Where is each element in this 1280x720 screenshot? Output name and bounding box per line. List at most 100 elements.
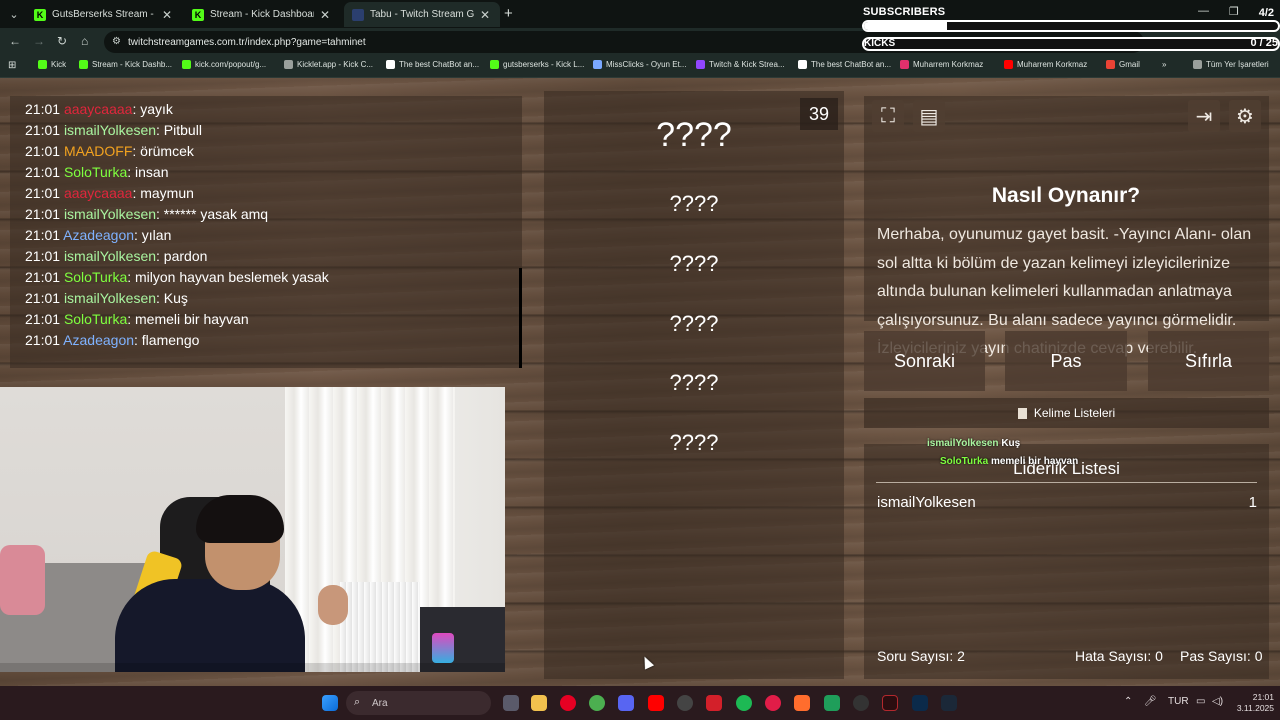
chat-text: : pardon <box>156 248 208 264</box>
chat-timestamp: 21:01 <box>25 332 61 348</box>
tab-gutsberserks-stream[interactable]: K GutsBerserks Stream - Watch L ✕ <box>26 2 182 27</box>
bookmark-item[interactable]: Kick <box>38 60 66 69</box>
taskbar-search[interactable]: ⌕ Ara <box>346 691 491 715</box>
divider <box>876 482 1257 483</box>
chat-username[interactable]: ismailYolkesen <box>64 290 156 306</box>
close-tab-icon[interactable]: ✕ <box>162 8 172 22</box>
youtube-icon <box>1004 60 1013 69</box>
kicks-label: KICKS <box>864 38 896 49</box>
how-to-play-title: Nasıl Oynanır? <box>991 184 1141 207</box>
apps-grid-icon[interactable]: ⊞ <box>8 60 16 71</box>
chat-username[interactable]: Azadeagon <box>63 227 134 243</box>
taboo-word: ???? <box>669 370 719 395</box>
fullscreen-icon[interactable]: ⛶ <box>872 100 904 132</box>
chat-message: 21:01 SoloTurka: insan <box>25 162 522 183</box>
bookmark-item[interactable]: Stream - Kick Dashb... <box>79 60 172 69</box>
bookmarks-overflow-icon[interactable]: » <box>1162 60 1166 69</box>
bookmark-item[interactable]: Muharrem Korkmaz <box>900 60 983 69</box>
chat-text: : flamengo <box>134 332 200 348</box>
chat-username[interactable]: SoloTurka <box>64 269 127 285</box>
tab-kick-dashboard[interactable]: K Stream - Kick Dashboard ✕ <box>184 2 340 27</box>
chat-text: : insan <box>127 164 169 180</box>
chat-username[interactable]: SoloTurka <box>64 311 127 327</box>
steam-icon[interactable] <box>941 695 957 711</box>
close-tab-icon[interactable]: ✕ <box>320 8 330 22</box>
exit-icon[interactable]: ⇥ <box>1188 100 1220 132</box>
kick-icon <box>38 60 47 69</box>
capcut-icon[interactable] <box>882 695 898 711</box>
bookmark-item[interactable]: The best ChatBot an... <box>798 60 891 69</box>
chat-text: : Pitbull <box>156 122 202 138</box>
discord-icon[interactable] <box>618 695 634 711</box>
youtube-music-icon[interactable] <box>706 695 722 711</box>
bookmark-item[interactable]: Tüm Yer İşaretleri <box>1193 60 1269 69</box>
tab-search-chevron-icon[interactable]: ⌄ <box>4 4 24 24</box>
bookmark-item[interactable]: Kicklet.app - Kick C... <box>284 60 373 69</box>
volume-icon[interactable]: ◁) <box>1212 696 1223 707</box>
word-lists-button[interactable]: Kelime Listeleri <box>864 398 1269 428</box>
chat-message: 21:01 aaaycaaaa: maymun <box>25 183 522 204</box>
clock[interactable]: 21:01 3.11.2025 <box>1228 692 1274 714</box>
new-tab-plus-icon[interactable]: + <box>504 5 513 22</box>
bookmark-item[interactable]: Twitch & Kick Strea... <box>696 60 785 69</box>
bookmark-item[interactable]: MissClicks - Oyun Et... <box>593 60 686 69</box>
error-count: Hata Sayısı: 0 <box>1075 648 1163 664</box>
speed-icon[interactable] <box>853 695 869 711</box>
reset-button[interactable]: Sıfırla <box>1148 331 1269 391</box>
chat-message: 21:01 SoloTurka: memeli bir hayvan <box>25 309 522 330</box>
photoshop-icon[interactable] <box>912 695 928 711</box>
forward-arrow-icon[interactable]: → <box>33 34 45 48</box>
bookmark-item[interactable]: The best ChatBot an... <box>386 60 479 69</box>
microphone-icon[interactable]: 🎤︎ <box>1144 696 1157 707</box>
chat-username[interactable]: ismailYolkesen <box>64 206 156 222</box>
site-info-icon[interactable]: ⚙ <box>112 36 121 47</box>
file-explorer-icon[interactable] <box>531 695 547 711</box>
chat-timestamp: 21:01 <box>25 122 61 138</box>
chat-username[interactable]: ismailYolkesen <box>64 248 156 264</box>
notes-icon[interactable]: ▤ <box>913 100 945 132</box>
media-icon[interactable] <box>765 695 781 711</box>
browser-icon[interactable] <box>794 695 810 711</box>
spotify-icon[interactable] <box>736 695 752 711</box>
chat-timestamp: 21:01 <box>25 290 61 306</box>
network-icon[interactable]: ▭ <box>1196 696 1205 707</box>
chat-username[interactable]: aaaycaaaa <box>64 101 133 117</box>
reload-icon[interactable]: ↻ <box>57 34 67 48</box>
settings-gear-icon[interactable]: ⚙ <box>1229 100 1261 132</box>
subscribers-progress-bar <box>862 20 1280 32</box>
pinterest-icon[interactable] <box>560 695 576 711</box>
guess-popup: ismailYolkesen Kuş <box>927 438 1021 449</box>
chat-message: 21:01 Azadeagon: yılan <box>25 225 522 246</box>
subscribers-label: SUBSCRIBERS <box>863 6 946 18</box>
taboo-word: ???? <box>669 311 719 336</box>
chat-username[interactable]: ismailYolkesen <box>64 122 156 138</box>
chat-timestamp: 21:01 <box>25 227 61 243</box>
start-windows-icon[interactable] <box>322 695 338 711</box>
chat-username[interactable]: MAADOFF <box>64 143 132 159</box>
chrome-icon[interactable] <box>589 695 605 711</box>
pass-button[interactable]: Pas <box>1005 331 1127 391</box>
task-view-icon[interactable] <box>503 695 519 711</box>
tray-overflow-icon[interactable]: ⌃ <box>1124 696 1132 707</box>
home-icon[interactable]: ⌂ <box>81 34 88 48</box>
chat-message: 21:01 SoloTurka: milyon hayvan beslemek … <box>25 267 522 288</box>
close-tab-icon[interactable]: ✕ <box>480 8 490 22</box>
back-arrow-icon[interactable]: ← <box>9 34 21 48</box>
drive-icon[interactable] <box>824 695 840 711</box>
chat-username[interactable]: aaaycaaaa <box>64 185 133 201</box>
chat-username[interactable]: Azadeagon <box>63 332 134 348</box>
bookmark-item[interactable]: kick.com/popout/g... <box>182 60 266 69</box>
youtube-icon[interactable] <box>648 695 664 711</box>
chat-message: 21:01 ismailYolkesen: pardon <box>25 246 522 267</box>
pillow <box>0 545 45 615</box>
tab-tabu-twitch-stream-games[interactable]: Tabu - Twitch Stream Games ✕ <box>344 2 500 27</box>
chat-username[interactable]: SoloTurka <box>64 164 127 180</box>
stream-chat-panel: 21:01 aaaycaaaa: yayık 21:01 ismailYolkes… <box>10 96 522 368</box>
bookmark-item[interactable]: Gmail <box>1106 60 1140 69</box>
app-icon[interactable] <box>677 695 693 711</box>
chat-scrollbar[interactable] <box>519 268 522 368</box>
bookmark-item[interactable]: gutsberserks - Kick L... <box>490 60 584 69</box>
input-language[interactable]: TUR <box>1168 696 1189 707</box>
next-button[interactable]: Sonraki <box>864 331 985 391</box>
bookmark-item[interactable]: Muharrem Korkmaz <box>1004 60 1087 69</box>
